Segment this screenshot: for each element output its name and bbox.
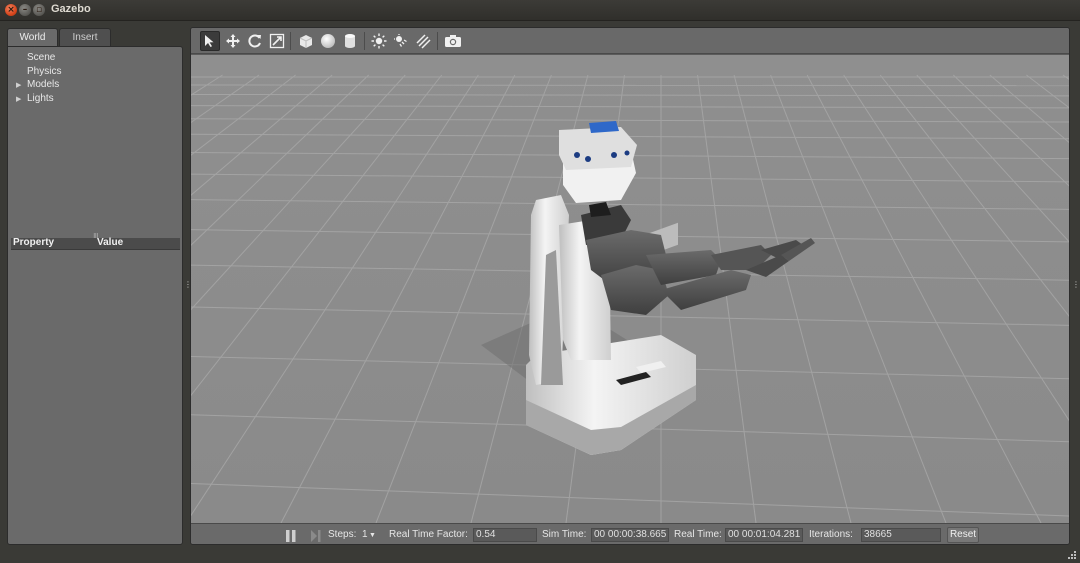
left-splitter-handle[interactable]: ⋮: [184, 281, 192, 289]
sim-time-field: 00 00:00:38.665: [591, 528, 669, 542]
toolbar-separator: [437, 32, 438, 50]
pause-icon: [286, 530, 296, 542]
sim-time-label: Sim Time:: [542, 529, 587, 540]
tree-item-scene[interactable]: Scene: [27, 52, 55, 63]
window-title: Gazebo: [51, 3, 91, 15]
sim-status-bar: Steps: 1 ▼ Real Time Factor: 0.54 Sim Ti…: [191, 523, 1069, 544]
minimize-icon: –: [22, 5, 28, 15]
steps-value[interactable]: 1: [362, 529, 368, 540]
tree-item-lights[interactable]: Lights: [27, 93, 54, 104]
3d-viewport[interactable]: [191, 55, 1069, 523]
real-time-field: 00 00:01:04.281: [725, 528, 803, 542]
select-mode-icon[interactable]: [200, 31, 220, 51]
left-panel: World Insert Scene Physics ▶ Models ▶ Li…: [5, 26, 184, 545]
real-time-label: Real Time:: [674, 529, 722, 540]
property-table-header: Property Value: [11, 237, 180, 250]
scene-render: [191, 55, 1069, 523]
step-button[interactable]: [310, 528, 322, 542]
expand-arrow-icon[interactable]: ▶: [16, 95, 21, 103]
scale-mode-icon[interactable]: [267, 31, 287, 51]
screenshot-icon[interactable]: [443, 31, 463, 51]
steps-dropdown-icon[interactable]: ▼: [369, 532, 376, 539]
rotate-mode-icon[interactable]: [245, 31, 265, 51]
title-bar: × – ▫ Gazebo: [0, 0, 1080, 21]
spot-light-icon[interactable]: [391, 31, 411, 51]
rtf-label: Real Time Factor:: [389, 529, 468, 540]
pause-button[interactable]: [285, 528, 297, 542]
close-icon: ×: [7, 5, 15, 15]
resize-grip-icon[interactable]: [1067, 550, 1077, 560]
toolbar: [191, 28, 1069, 54]
close-window-button[interactable]: ×: [5, 4, 17, 16]
sphere-shape-icon[interactable]: [318, 31, 338, 51]
right-splitter-handle[interactable]: ⋮: [1072, 281, 1080, 289]
iterations-label: Iterations:: [809, 529, 853, 540]
tree-item-physics[interactable]: Physics: [27, 66, 61, 77]
rtf-field: 0.54: [473, 528, 537, 542]
property-column-header: Property: [13, 237, 55, 248]
translate-mode-icon[interactable]: [223, 31, 243, 51]
cylinder-shape-icon[interactable]: [340, 31, 360, 51]
step-forward-icon: [311, 530, 321, 542]
steps-label: Steps:: [328, 529, 357, 540]
box-shape-icon[interactable]: [296, 31, 316, 51]
tab-world[interactable]: World: [7, 28, 58, 46]
directional-light-icon[interactable]: [413, 31, 433, 51]
toolbar-separator: [290, 32, 291, 50]
iterations-field: 38665: [861, 528, 941, 542]
point-light-icon[interactable]: [369, 31, 389, 51]
tree-item-models[interactable]: Models: [27, 79, 59, 90]
world-tree: Scene Physics ▶ Models ▶ Lights ⁝⁝⁝ Prop…: [7, 46, 183, 545]
render-panel: Steps: 1 ▼ Real Time Factor: 0.54 Sim Ti…: [190, 27, 1070, 545]
gazebo-window: × – ▫ Gazebo World Insert Scene Physics …: [0, 0, 1080, 563]
expand-arrow-icon[interactable]: ▶: [16, 81, 21, 89]
maximize-window-button[interactable]: ▫: [33, 4, 45, 16]
maximize-icon: ▫: [35, 5, 43, 15]
tab-insert[interactable]: Insert: [59, 28, 111, 46]
minimize-window-button[interactable]: –: [19, 4, 31, 16]
toolbar-separator: [364, 32, 365, 50]
reset-button[interactable]: Reset: [947, 527, 979, 543]
value-column-header: Value: [97, 237, 124, 248]
